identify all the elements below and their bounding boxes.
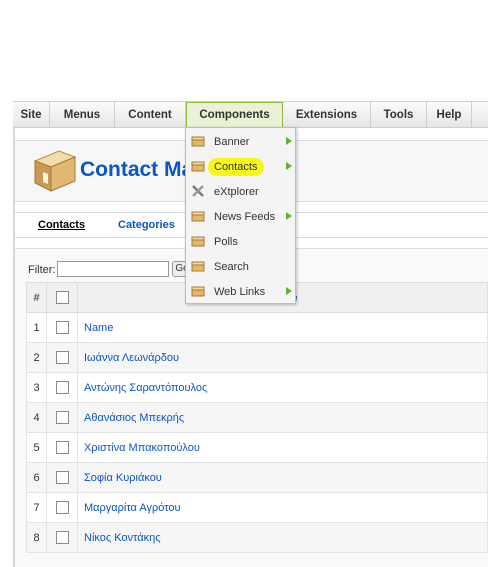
row-number: 3	[26, 372, 47, 403]
components-dropdown-menu: Banner Contacts eXtplorer News Feeds Pol…	[185, 127, 296, 304]
row-checkbox[interactable]	[55, 531, 69, 544]
dropdown-item-label: Search	[214, 261, 249, 273]
submenu-arrow-icon	[286, 137, 292, 145]
contact-name-link[interactable]: Ιωάννα Λεωνάρδου	[84, 352, 179, 364]
row-checkbox[interactable]	[55, 441, 69, 454]
submenu-contacts[interactable]: Contacts	[38, 219, 85, 231]
row-checkbox-cell	[46, 312, 78, 343]
menu-tools[interactable]: Tools	[371, 102, 427, 127]
dropdown-item-search[interactable]: Search	[186, 254, 295, 279]
tools-cross-icon	[191, 184, 205, 198]
row-checkbox-cell	[46, 462, 78, 493]
submenu-categories[interactable]: Categories	[118, 219, 175, 231]
dropdown-item-label: Polls	[214, 236, 238, 248]
main-menubar: Site Menus Content Components Extensions…	[13, 101, 488, 128]
menu-components[interactable]: Components	[186, 102, 283, 127]
row-checkbox[interactable]	[55, 501, 69, 514]
table-row: 3 Αντώνης Σαραντόπουλος	[26, 372, 488, 403]
dropdown-item-label: News Feeds	[214, 211, 276, 223]
row-checkbox-cell	[46, 342, 78, 373]
select-all-checkbox[interactable]	[55, 291, 69, 304]
component-box-icon	[191, 259, 205, 273]
dropdown-item-news-feeds[interactable]: News Feeds	[186, 204, 295, 229]
contact-name-link[interactable]: Νίκος Κοντάκης	[84, 532, 161, 544]
table-row: 7 Μαργαρίτα Αγρότου	[26, 492, 488, 523]
contact-name-link[interactable]: Μαργαρίτα Αγρότου	[84, 502, 181, 514]
filter-input[interactable]	[57, 261, 169, 277]
dropdown-item-label: Contacts	[214, 161, 258, 173]
contact-box-icon	[29, 147, 79, 193]
filter-label: Filter:	[28, 264, 56, 276]
component-box-icon	[191, 284, 205, 298]
component-box-icon	[191, 159, 205, 173]
row-number: 5	[26, 432, 47, 463]
row-name-cell: Νίκος Κοντάκης	[77, 522, 488, 553]
component-box-icon	[191, 234, 205, 248]
row-checkbox[interactable]	[55, 471, 69, 484]
table-row: 2 Ιωάννα Λεωνάρδου	[26, 342, 488, 373]
row-checkbox-cell	[46, 372, 78, 403]
contact-name-link[interactable]: Αντώνης Σαραντόπουλος	[84, 382, 207, 394]
row-checkbox[interactable]	[55, 411, 69, 424]
row-name-cell: Αθανάσιος Μπεκρής	[77, 402, 488, 433]
row-number: 2	[26, 342, 47, 373]
dropdown-item-label: Banner	[214, 136, 250, 148]
column-checkbox-header	[46, 282, 78, 313]
table-row: 1 Name	[26, 312, 488, 343]
row-number: 7	[26, 492, 47, 523]
row-name-cell: Name	[77, 312, 488, 343]
row-name-cell: Ιωάννα Λεωνάρδου	[77, 342, 488, 373]
row-number: 4	[26, 402, 47, 433]
row-name-cell: Αντώνης Σαραντόπουλος	[77, 372, 488, 403]
contact-name-link[interactable]: Σοφία Κυριάκου	[84, 472, 162, 484]
contact-name-link[interactable]: Name	[84, 322, 113, 334]
row-name-cell: Χριστίνα Μπακοπούλου	[77, 432, 488, 463]
row-number: 8	[26, 522, 47, 553]
submenu-arrow-icon	[286, 287, 292, 295]
table-row: 8 Νίκος Κοντάκης	[26, 522, 488, 553]
dropdown-item-label: eXtplorer	[214, 186, 259, 198]
row-name-cell: Μαργαρίτα Αγρότου	[77, 492, 488, 523]
dropdown-item-polls[interactable]: Polls	[186, 229, 295, 254]
row-checkbox-cell	[46, 432, 78, 463]
contact-name-link[interactable]: Χριστίνα Μπακοπούλου	[84, 442, 200, 454]
dropdown-item-banner[interactable]: Banner	[186, 129, 295, 154]
dropdown-item-contacts[interactable]: Contacts	[186, 154, 295, 179]
component-box-icon	[191, 209, 205, 223]
menu-content[interactable]: Content	[115, 102, 186, 127]
table-row: 6 Σοφία Κυριάκου	[26, 462, 488, 493]
column-number-header: #	[26, 282, 47, 313]
menu-help[interactable]: Help	[427, 102, 472, 127]
row-checkbox[interactable]	[55, 381, 69, 394]
contacts-table: # Name 1 Name 2 Ιωάννα Λεωνάρδου 3 Αντών…	[26, 282, 488, 553]
row-checkbox[interactable]	[55, 321, 69, 334]
table-row: 4 Αθανάσιος Μπεκρής	[26, 402, 488, 433]
row-checkbox-cell	[46, 402, 78, 433]
component-box-icon	[191, 134, 205, 148]
menu-site[interactable]: Site	[13, 102, 50, 127]
dropdown-item-web-links[interactable]: Web Links	[186, 279, 295, 304]
submenu-arrow-icon	[286, 162, 292, 170]
row-name-cell: Σοφία Κυριάκου	[77, 462, 488, 493]
menu-extensions[interactable]: Extensions	[283, 102, 371, 127]
submenu-arrow-icon	[286, 212, 292, 220]
row-number: 1	[26, 312, 47, 343]
page-title: Contact Ma	[80, 158, 194, 181]
row-number: 6	[26, 462, 47, 493]
menu-menus[interactable]: Menus	[50, 102, 115, 127]
dropdown-item-label: Web Links	[214, 286, 266, 298]
row-checkbox[interactable]	[55, 351, 69, 364]
dropdown-item-extplorer[interactable]: eXtplorer	[186, 179, 295, 204]
row-checkbox-cell	[46, 522, 78, 553]
table-row: 5 Χριστίνα Μπακοπούλου	[26, 432, 488, 463]
row-checkbox-cell	[46, 492, 78, 523]
contact-name-link[interactable]: Αθανάσιος Μπεκρής	[84, 412, 184, 424]
